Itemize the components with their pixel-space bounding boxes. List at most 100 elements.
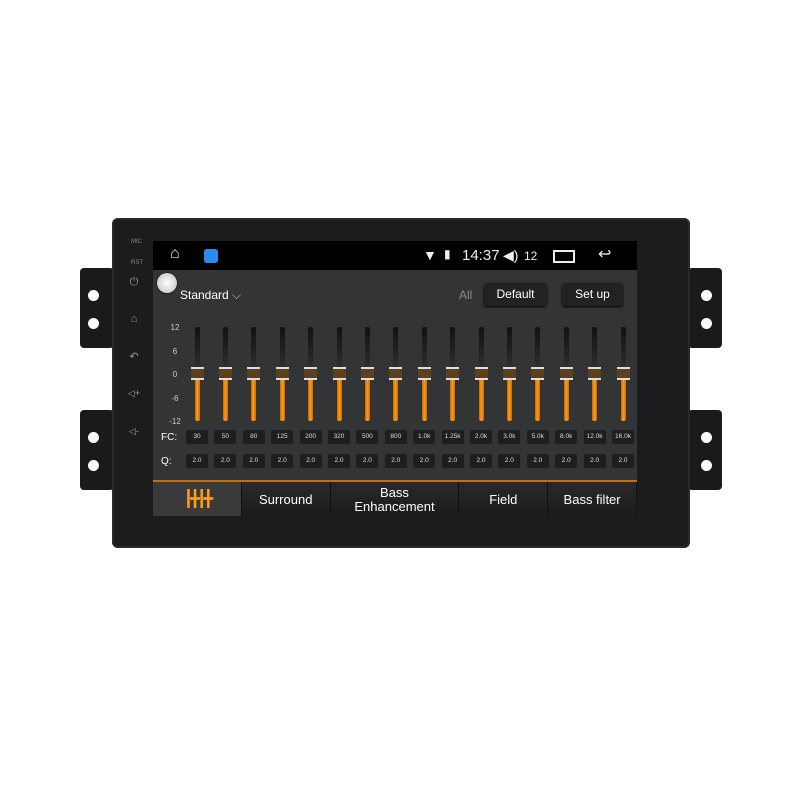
q-label: Q: [161, 456, 172, 467]
slider-fill [620, 374, 626, 421]
rst-label[interactable]: RST [131, 260, 143, 266]
status-bar: ⌂ ▼ ▮ 14:37 ◀) 12 ↩ [153, 241, 637, 270]
app-icon[interactable] [204, 249, 218, 263]
slider-knob[interactable] [389, 367, 403, 380]
recent-apps-icon[interactable] [553, 250, 575, 263]
scale-tick: -6 [171, 393, 179, 403]
slider-fill [506, 374, 512, 421]
q-value[interactable]: 2.0 [470, 454, 492, 468]
slider-fill [336, 374, 342, 421]
fc-value[interactable]: 200 [299, 430, 322, 444]
power-icon[interactable]: ⏻ [127, 276, 141, 289]
q-value[interactable]: 2.0 [271, 454, 294, 468]
tab-bass-filter[interactable]: Bass filter [548, 482, 637, 516]
q-value[interactable]: 2.0 [328, 454, 350, 468]
slider-fill [592, 374, 598, 421]
q-value[interactable]: 2.0 [413, 454, 436, 468]
slider-fill [393, 374, 399, 421]
slider-knob[interactable] [247, 367, 261, 380]
slider-fill [563, 374, 569, 421]
back-icon[interactable]: ↶ [127, 350, 141, 363]
q-value[interactable]: 2.0 [498, 454, 521, 468]
tab-equalizer[interactable]: ┃╋┃╋ [153, 482, 242, 516]
screen: ⌂ ▼ ▮ 14:37 ◀) 12 ↩ Standard ⌵ All Defau… [153, 241, 637, 516]
scale-tick: -12 [169, 417, 181, 426]
slider-knob[interactable] [417, 367, 431, 380]
mount-hole [88, 432, 99, 443]
slider-fill [194, 374, 200, 421]
fc-value[interactable]: 8.0k [555, 430, 578, 444]
equalizer-icon: ┃╋┃╋ [183, 491, 213, 508]
slider-fill [421, 374, 427, 421]
fc-value[interactable]: 320 [328, 430, 350, 444]
all-label[interactable]: All [459, 288, 472, 302]
fc-value[interactable]: 80 [242, 430, 265, 444]
fc-value[interactable]: 5.0k [526, 430, 549, 444]
toggle-knob[interactable] [157, 273, 177, 293]
q-value[interactable]: 2.0 [612, 454, 634, 468]
time: 14:37 [462, 247, 500, 264]
q-value[interactable]: 2.0 [242, 454, 265, 468]
tab-bar: ┃╋┃╋ Surround Bass Enhancement Field Bas… [153, 480, 637, 516]
mount-hole [701, 318, 712, 329]
slider-knob[interactable] [275, 367, 289, 380]
slider-knob[interactable] [446, 367, 460, 380]
fc-value[interactable]: 12.0k [583, 430, 606, 444]
slider-knob[interactable] [474, 367, 488, 380]
slider-knob[interactable] [218, 367, 232, 380]
volume-up-icon[interactable]: ◁+ [127, 388, 141, 399]
q-value[interactable]: 2.0 [555, 454, 578, 468]
q-value[interactable]: 2.0 [299, 454, 322, 468]
slider-knob[interactable] [360, 367, 374, 380]
fc-value[interactable]: 2.0k [470, 430, 492, 444]
fc-value[interactable]: 3.0k [498, 430, 521, 444]
fc-value[interactable]: 1.25k [441, 430, 464, 444]
slider-knob[interactable] [502, 367, 516, 380]
fc-value[interactable]: 30 [186, 430, 208, 444]
home-icon[interactable]: ⌂ [170, 245, 180, 263]
volume-icon[interactable]: ◀) [503, 247, 518, 264]
mount-hole [701, 460, 712, 471]
back-icon[interactable]: ↩ [598, 244, 611, 264]
preset-dropdown[interactable]: Standard ⌵ [180, 288, 241, 303]
mount-hole [88, 460, 99, 471]
slider-fill [478, 374, 484, 421]
tab-bass-enhancement[interactable]: Bass Enhancement [330, 482, 460, 516]
setup-button[interactable]: Set up [562, 283, 623, 306]
tab-field[interactable]: Field [459, 482, 549, 516]
q-value[interactable]: 2.0 [214, 454, 237, 468]
slider-knob[interactable] [588, 367, 602, 380]
fc-value[interactable]: 125 [271, 430, 294, 444]
slider-knob[interactable] [616, 367, 630, 380]
q-value[interactable]: 2.0 [186, 454, 208, 468]
tab-surround[interactable]: Surround [241, 482, 331, 516]
mount-hole [701, 290, 712, 301]
slider-knob[interactable] [531, 367, 545, 380]
q-value[interactable]: 2.0 [526, 454, 549, 468]
fc-value[interactable]: 800 [384, 430, 407, 444]
q-value[interactable]: 2.0 [384, 454, 407, 468]
slider-knob[interactable] [332, 367, 346, 380]
fc-value[interactable]: 16.0k [612, 430, 634, 444]
slider-fill [251, 374, 257, 421]
fc-value[interactable]: 500 [356, 430, 379, 444]
fc-value[interactable]: 1.0k [413, 430, 436, 444]
slider-fill [308, 374, 314, 421]
volume-down-icon[interactable]: ◁- [127, 426, 141, 437]
right-mount-bracket [688, 268, 722, 348]
slider-fill [450, 374, 456, 421]
slider-knob[interactable] [304, 367, 318, 380]
fc-label: FC: [161, 432, 178, 443]
fc-value[interactable]: 50 [214, 430, 237, 444]
scale-tick: 6 [172, 346, 178, 356]
slider-fill [279, 374, 285, 421]
q-value[interactable]: 2.0 [441, 454, 464, 468]
chevron-down-icon: ⌵ [232, 288, 242, 302]
default-button[interactable]: Default [484, 283, 547, 306]
home-icon[interactable]: ⌂ [127, 313, 141, 325]
q-value[interactable]: 2.0 [583, 454, 606, 468]
slider-knob[interactable] [559, 367, 573, 380]
sim-icon: ▮ [444, 247, 451, 261]
slider-knob[interactable] [190, 367, 204, 380]
q-value[interactable]: 2.0 [356, 454, 379, 468]
